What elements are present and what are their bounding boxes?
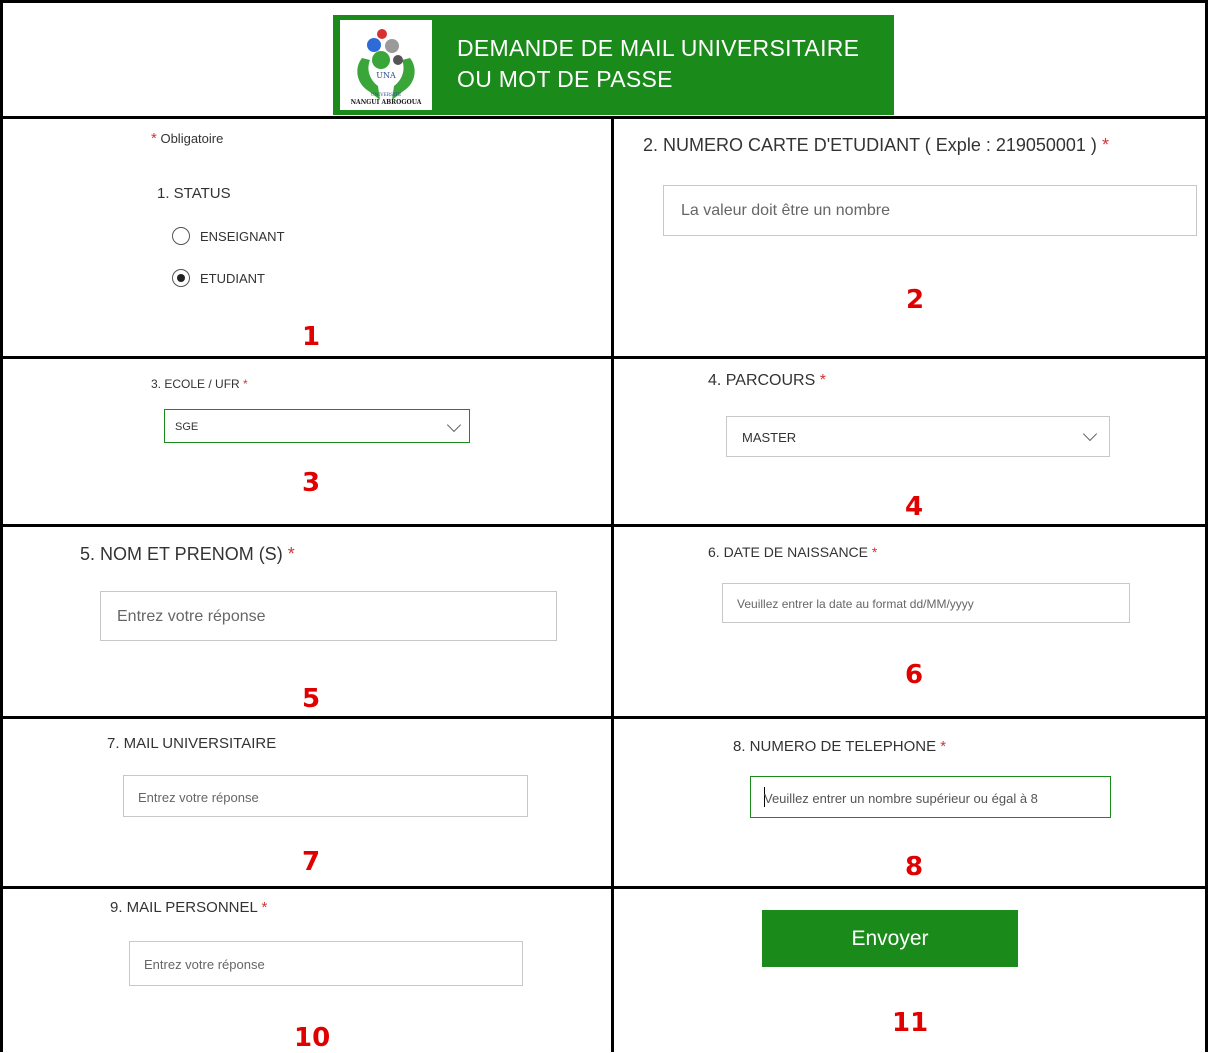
required-asterisk: *	[151, 130, 157, 147]
school-label-row: 3. ECOLE / UFR *	[151, 377, 248, 391]
annotation-number: 1	[302, 322, 321, 352]
annotation-number: 4	[905, 492, 924, 522]
grid-line	[611, 116, 614, 1052]
required-asterisk: *	[940, 738, 947, 755]
univ-mail-label: 7. MAIL UNIVERSITAIRE	[107, 735, 277, 752]
radio-enseignant-label[interactable]: ENSEIGNANT	[200, 229, 285, 244]
send-button[interactable]: Envoyer	[762, 910, 1018, 967]
birthdate-label: 6. DATE DE NAISSANCE	[708, 544, 869, 560]
header-banner: UNA UNIVERSITE NANGUI ABROGOUA DEMANDE D…	[333, 15, 894, 115]
svg-text:UNA: UNA	[376, 71, 396, 80]
personal-mail-label: 9. MAIL PERSONNEL	[110, 899, 258, 916]
school-select[interactable]: SGE	[164, 409, 470, 443]
personal-mail-placeholder: Entrez votre réponse	[144, 957, 265, 972]
status-label: 1. STATUS	[157, 185, 231, 202]
univ-mail-input[interactable]: Entrez votre réponse	[123, 775, 528, 817]
page-title-line2: OU MOT DE PASSE	[457, 66, 673, 92]
course-select[interactable]: MASTER	[726, 416, 1110, 457]
required-asterisk: *	[261, 899, 268, 916]
svg-text:UNIVERSITE: UNIVERSITE	[371, 92, 402, 98]
annotation-number: 6	[905, 660, 924, 690]
grid-line	[0, 116, 1208, 119]
page-title: DEMANDE DE MAIL UNIVERSITAIRE OU MOT DE …	[457, 33, 859, 95]
grid-line	[0, 886, 1208, 889]
annotation-number: 10	[294, 1023, 331, 1053]
phone-label-row: 8. NUMERO DE TELEPHONE *	[733, 738, 946, 755]
grid-line	[0, 524, 1208, 527]
required-note-text: Obligatoire	[160, 131, 224, 146]
student-card-input[interactable]: La valeur doit être un nombre	[663, 185, 1197, 236]
svg-text:NANGUI ABROGOUA: NANGUI ABROGOUA	[351, 99, 422, 106]
school-label: 3. ECOLE / UFR	[151, 377, 240, 391]
university-logo: UNA UNIVERSITE NANGUI ABROGOUA	[340, 20, 432, 110]
birthdate-label-row: 6. DATE DE NAISSANCE *	[708, 544, 877, 560]
annotation-number: 8	[905, 852, 924, 882]
course-label-row: 4. PARCOURS *	[708, 372, 826, 390]
name-label: 5. NOM ET PRENOM (S)	[80, 544, 283, 564]
name-input[interactable]: Entrez votre réponse	[100, 591, 557, 641]
page-title-line1: DEMANDE DE MAIL UNIVERSITAIRE	[457, 35, 860, 61]
chevron-down-icon	[1082, 426, 1098, 442]
required-asterisk: *	[287, 544, 295, 564]
required-asterisk: *	[871, 544, 878, 560]
phone-label: 8. NUMERO DE TELEPHONE	[733, 738, 937, 755]
phone-placeholder: Veuillez entrer un nombre supérieur ou é…	[764, 791, 1038, 806]
student-card-placeholder: La valeur doit être un nombre	[681, 202, 891, 219]
school-selected-value: SGE	[175, 421, 199, 433]
annotation-number: 11	[892, 1008, 929, 1038]
annotation-number: 5	[302, 684, 321, 714]
birthdate-input[interactable]: Veuillez entrer la date au format dd/MM/…	[722, 583, 1130, 623]
radio-enseignant[interactable]	[172, 227, 190, 245]
logo-emblem-icon: UNA UNIVERSITE NANGUI ABROGOUA	[351, 29, 422, 106]
grid-line	[0, 356, 1208, 359]
annotation-number: 3	[302, 468, 321, 498]
radio-etudiant-label[interactable]: ETUDIANT	[200, 271, 265, 286]
birthdate-placeholder: Veuillez entrer la date au format dd/MM/…	[737, 597, 974, 611]
phone-input[interactable]: Veuillez entrer un nombre supérieur ou é…	[750, 776, 1111, 818]
personal-mail-input[interactable]: Entrez votre réponse	[129, 941, 523, 986]
course-label: 4. PARCOURS	[708, 372, 816, 389]
chevron-down-icon	[446, 417, 462, 433]
radio-etudiant[interactable]	[172, 269, 190, 287]
student-card-label-row: 2. NUMERO CARTE D'ETUDIANT ( Exple : 219…	[643, 135, 1109, 156]
student-card-label: 2. NUMERO CARTE D'ETUDIANT ( Exple : 219…	[643, 135, 1097, 155]
required-note: * Obligatoire	[151, 130, 223, 147]
univ-mail-placeholder: Entrez votre réponse	[138, 790, 259, 805]
required-asterisk: *	[1101, 135, 1109, 155]
required-asterisk: *	[819, 372, 826, 389]
annotation-number: 7	[302, 847, 321, 877]
required-asterisk: *	[243, 377, 248, 391]
course-selected-value: MASTER	[742, 430, 797, 445]
name-label-row: 5. NOM ET PRENOM (S) *	[80, 544, 295, 565]
annotation-number: 2	[906, 285, 925, 315]
name-placeholder: Entrez votre réponse	[117, 608, 266, 625]
personal-mail-label-row: 9. MAIL PERSONNEL *	[110, 899, 267, 916]
grid-line	[0, 716, 1208, 719]
